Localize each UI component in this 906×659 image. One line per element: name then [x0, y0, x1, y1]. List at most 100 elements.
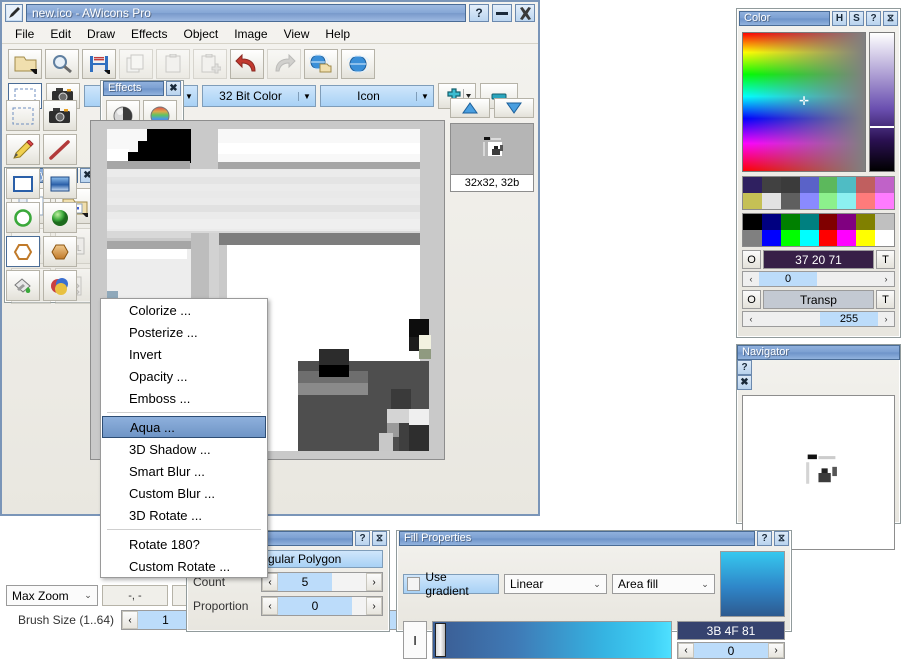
bg-slider-right-arrow[interactable]: › [878, 312, 894, 326]
copy-pages-icon[interactable] [119, 49, 153, 79]
gradient-position-value[interactable]: 0 [694, 643, 768, 658]
bg-slider-left-arrow[interactable]: ‹ [743, 312, 759, 326]
foreground-opacity-slider[interactable]: ‹ 0 › [742, 271, 895, 287]
menu-item-custom-rotate[interactable]: Custom Rotate ... [101, 555, 267, 577]
proportion-track[interactable] [352, 597, 366, 615]
palette-row-3[interactable] [743, 214, 894, 230]
arrow-down-icon[interactable] [494, 98, 534, 118]
image-list-item[interactable]: 32x32, 32b [450, 123, 534, 192]
hue-mode-button[interactable]: H [832, 11, 847, 26]
close-button[interactable] [515, 4, 535, 22]
web-open-icon[interactable] [304, 49, 338, 79]
background-transparency-button[interactable]: T [876, 290, 895, 309]
proportion-value[interactable]: 0 [278, 597, 352, 615]
brush-decrement-button[interactable]: ‹ [122, 611, 138, 629]
menu-view[interactable]: View [277, 25, 317, 43]
arrow-up-icon[interactable] [450, 98, 490, 118]
value-slider[interactable] [869, 32, 895, 172]
color-palette[interactable] [742, 176, 895, 210]
menu-item-colorize[interactable]: Colorize ... [101, 299, 267, 321]
use-gradient-checkbox[interactable] [407, 577, 421, 591]
navigator-close-icon[interactable]: ✖ [737, 375, 752, 390]
use-gradient-toggle[interactable]: Use gradient [403, 570, 499, 598]
bg-opacity-value[interactable]: 255 [820, 312, 878, 326]
background-opacity-slider[interactable]: ‹ 255 › [742, 311, 895, 327]
menu-object[interactable]: Object [177, 25, 226, 43]
gradient-marker-button[interactable]: I [403, 621, 427, 659]
foreground-color-value[interactable]: 37 20 71 [763, 250, 874, 269]
navigator-help-button[interactable]: ? [737, 360, 752, 375]
properties-collapse-button[interactable]: ⧖ [372, 531, 387, 546]
chevron-down-icon[interactable]: ⌄ [696, 579, 714, 590]
proportion-decrement-button[interactable]: ‹ [262, 597, 278, 615]
foreground-opacity-button[interactable]: O [742, 250, 761, 269]
rectangle-fill-icon[interactable] [43, 168, 77, 199]
menu-item-opacity[interactable]: Opacity ... [101, 365, 267, 387]
count-increment-button[interactable]: › [366, 573, 382, 591]
background-opacity-button[interactable]: O [742, 290, 761, 309]
menu-edit[interactable]: Edit [43, 25, 78, 43]
count-value[interactable]: 5 [278, 573, 332, 591]
selection-icon[interactable] [6, 100, 40, 131]
navigator-preview[interactable] [742, 395, 895, 550]
color-help-button[interactable]: ? [866, 11, 881, 26]
menu-item-invert[interactable]: Invert [101, 343, 267, 365]
format-combo[interactable]: Icon ▼ [320, 85, 434, 107]
gradient-color-value[interactable]: 3B 4F 81 [677, 621, 785, 640]
menu-item-rotate-180[interactable]: Rotate 180? [101, 533, 267, 555]
menu-item-3d-shadow[interactable]: 3D Shadow ... [101, 438, 267, 460]
chevron-down-icon[interactable]: ▼ [416, 91, 433, 101]
clipboard-icon[interactable] [156, 49, 190, 79]
rectangle-outline-icon[interactable] [6, 168, 40, 199]
fg-opacity-value[interactable]: 0 [759, 272, 817, 286]
zoom-combo[interactable]: Max Zoom ⌄ [6, 585, 98, 606]
gradient-position-spinner[interactable]: ‹ 0 › [677, 642, 785, 659]
brush-size-value[interactable]: 1 [138, 611, 193, 629]
gradient-stop-handle[interactable] [435, 623, 446, 657]
foreground-transparency-button[interactable]: T [876, 250, 895, 269]
background-color-value[interactable]: Transp [763, 290, 874, 309]
menu-image[interactable]: Image [227, 25, 274, 43]
menu-file[interactable]: File [8, 25, 41, 43]
count-track[interactable] [332, 573, 366, 591]
menu-item-aqua[interactable]: Aqua ... [102, 416, 266, 438]
polygon-fill-icon[interactable] [43, 236, 77, 267]
fg-slider-left-arrow[interactable]: ‹ [743, 272, 759, 286]
properties-help-button[interactable]: ? [355, 531, 370, 546]
gradient-type-combo[interactable]: Linear ⌄ [503, 574, 608, 594]
menu-item-3d-rotate[interactable]: 3D Rotate ... [101, 504, 267, 526]
menu-item-smart-blur[interactable]: Smart Blur ... [101, 460, 267, 482]
menu-item-posterize[interactable]: Posterize ... [101, 321, 267, 343]
undo-icon[interactable] [230, 49, 264, 79]
help-button[interactable]: ? [469, 4, 489, 22]
globe-icon[interactable] [341, 49, 375, 79]
menu-item-custom-blur[interactable]: Custom Blur ... [101, 482, 267, 504]
gradient-position-decrement[interactable]: ‹ [678, 643, 694, 658]
palette-row-4[interactable] [743, 230, 894, 246]
pencil-icon[interactable] [6, 134, 40, 165]
fill-mode-combo[interactable]: Area fill ⌄ [612, 574, 716, 594]
open-icon[interactable] [8, 49, 42, 79]
ellipse-outline-icon[interactable] [6, 202, 40, 233]
minimize-button[interactable] [492, 4, 512, 22]
clipboard-add-icon[interactable] [193, 49, 227, 79]
color-palette-basic[interactable] [742, 213, 895, 247]
fill-help-button[interactable]: ? [757, 531, 772, 546]
palette-row-2[interactable] [743, 193, 894, 209]
gradient-position-increment[interactable]: › [768, 643, 784, 658]
depth-combo[interactable]: 32 Bit Color ▼ [202, 85, 316, 107]
save-icon[interactable] [82, 49, 116, 79]
menu-help[interactable]: Help [318, 25, 357, 43]
proportion-spinner[interactable]: ‹ 0 › [261, 596, 383, 616]
bg-slider-track[interactable]: 255 [759, 312, 878, 326]
fg-slider-right-arrow[interactable]: › [878, 272, 894, 286]
menu-draw[interactable]: Draw [80, 25, 122, 43]
menu-item-emboss[interactable]: Emboss ... [101, 387, 267, 409]
redo-icon[interactable] [267, 49, 301, 79]
chevron-down-icon[interactable]: ▼ [298, 91, 315, 101]
color-collapse-button[interactable]: ⧖ [883, 11, 898, 26]
gradient-bar[interactable] [432, 621, 672, 659]
count-spinner[interactable]: ‹ 5 › [261, 572, 383, 592]
saturation-value-box[interactable]: ✛ [742, 32, 866, 172]
polygon-outline-icon[interactable] [6, 236, 40, 267]
